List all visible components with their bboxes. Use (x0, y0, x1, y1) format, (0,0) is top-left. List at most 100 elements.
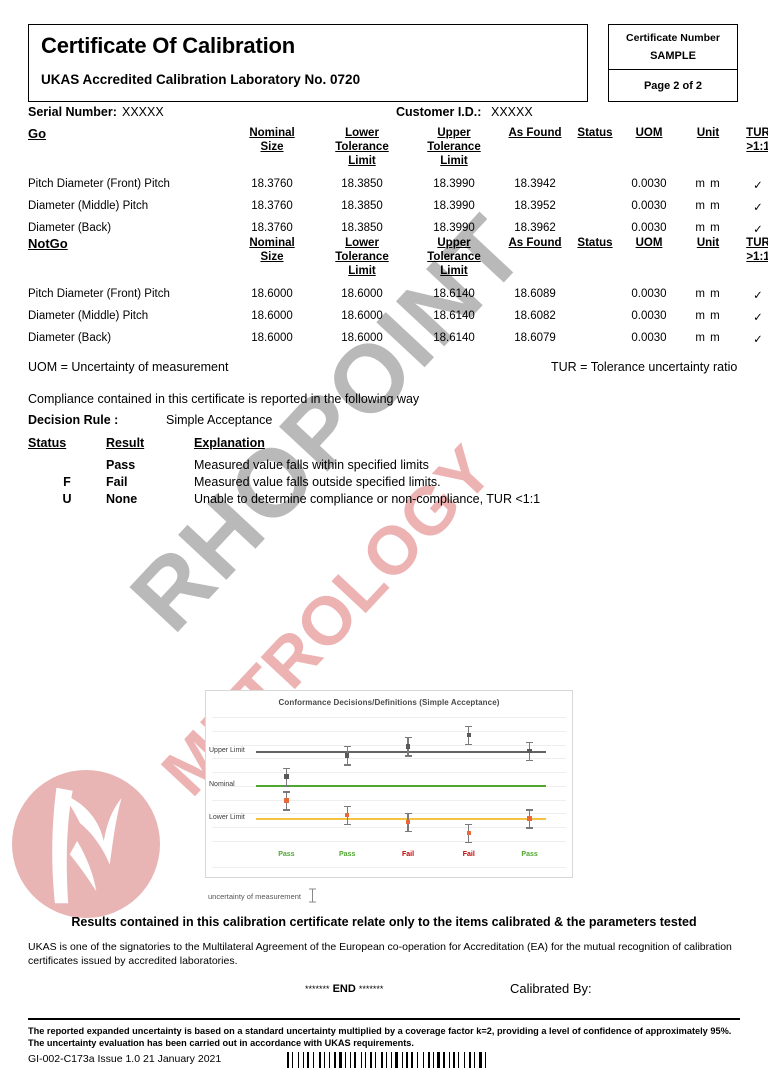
barcode-bar (419, 1052, 422, 1068)
end-stars-left: ******* (305, 984, 330, 994)
barcode-bar (428, 1052, 430, 1068)
row-as-found: 18.3952 (514, 200, 556, 212)
col-tur: TUR >1:1 (746, 127, 768, 153)
chart-reference-line (256, 750, 546, 753)
barcode-bar (298, 1052, 299, 1068)
table-row: Diameter (Back) 18.6000 18.6000 18.6140 … (28, 324, 768, 346)
chart-gridline (212, 772, 566, 774)
barcode-bar (456, 1052, 457, 1068)
row-tur-check: ✓ (753, 202, 763, 214)
barcode-bar (300, 1052, 302, 1068)
page-number-section: Page 2 of 2 (609, 70, 737, 102)
chart-gridline (212, 841, 566, 842)
go-measurement-table: Go Nominal Size Lower Tolerance Limit Up… (28, 126, 768, 236)
barcode-bar (393, 1052, 394, 1068)
barcode-bar (423, 1052, 424, 1068)
status-explanation: Measured value falls within specified li… (194, 458, 429, 472)
col-result-header: Result (106, 436, 145, 450)
barcode-bar (365, 1052, 366, 1068)
status-code: F (63, 475, 71, 489)
chart-reference-label: Lower Limit (209, 814, 245, 822)
end-stars-right: ******* (358, 984, 384, 994)
row-as-found: 18.6079 (514, 332, 556, 344)
chart-gridline (212, 758, 566, 760)
chart-gridline (212, 813, 566, 815)
status-explanation: Measured value falls outside specified l… (194, 475, 441, 489)
page-number-label: Page 2 of 2 (643, 79, 703, 92)
barcode-bar (474, 1052, 475, 1068)
row-nominal: 18.6000 (251, 288, 293, 300)
barcode-bar (476, 1052, 478, 1068)
status-table-header-row: Status Result Explanation (28, 436, 628, 458)
barcode-bar (357, 1052, 360, 1068)
row-uom: 0.0030 (631, 288, 667, 300)
chart-gridline (212, 827, 566, 829)
chart-reference-line (256, 784, 546, 787)
chart-reference-label: Upper Limit (209, 746, 245, 754)
row-as-found: 18.6082 (514, 310, 556, 322)
barcode-bar (485, 1052, 486, 1068)
end-text: END (332, 983, 356, 995)
barcode-bar (294, 1052, 297, 1068)
row-parameter-name: Diameter (Middle) Pitch (28, 310, 149, 322)
col-upper-tolerance-limit: Upper Tolerance Limit (427, 237, 481, 277)
row-status (570, 170, 620, 192)
row-lower: 18.3850 (341, 178, 383, 190)
barcode-bar (399, 1052, 401, 1068)
row-unit: m m (695, 222, 721, 234)
table-row: Pitch Diameter (Front) Pitch 18.3760 18.… (28, 170, 768, 192)
barcode-bar (292, 1052, 293, 1068)
barcode-bar (307, 1052, 309, 1068)
header-title-box: Certificate Of Calibration UKAS Accredit… (28, 24, 588, 102)
barcode-bar (402, 1052, 403, 1068)
barcode-bar (460, 1052, 463, 1068)
barcode-bar (386, 1052, 387, 1068)
col-status-header: Status (28, 436, 67, 450)
barcode-bar (469, 1052, 471, 1068)
certificate-number-section: Certificate Number SAMPLE (609, 25, 737, 70)
row-upper: 18.6140 (433, 332, 475, 344)
barcode-bar (305, 1052, 306, 1068)
row-status (570, 214, 620, 236)
barcode-bar (373, 1052, 374, 1068)
row-parameter-name: Pitch Diameter (Front) Pitch (28, 178, 170, 190)
barcode-bar (377, 1052, 380, 1068)
row-as-found: 18.3962 (514, 222, 556, 234)
identifier-row: Serial Number: XXXXX Customer I.D.: XXXX… (28, 105, 738, 121)
row-upper: 18.3990 (433, 200, 475, 212)
col-tur: TUR >1:1 (746, 237, 768, 263)
accreditation-subtitle: UKAS Accredited Calibration Laboratory N… (41, 72, 361, 87)
chart-category-label: Fail (401, 851, 415, 858)
barcode-bar (347, 1052, 349, 1068)
status-code: U (62, 492, 72, 506)
chart-title: Conformance Decisions/Definitions (Simpl… (278, 698, 500, 707)
row-nominal: 18.3760 (251, 178, 293, 190)
barcode-bar (367, 1052, 369, 1068)
status-result: Fail (106, 475, 128, 489)
row-nominal: 18.6000 (251, 332, 293, 344)
chart-category-label: Pass (339, 851, 356, 858)
chart-legend-label: uncertainty of measurement (208, 892, 301, 901)
col-status: Status (577, 127, 613, 139)
barcode-bar (343, 1052, 344, 1068)
col-lower-tolerance-limit: Lower Tolerance Limit (335, 127, 389, 167)
barcode-bar (326, 1052, 328, 1068)
barcode-bar (443, 1052, 445, 1068)
barcode-bar (458, 1052, 459, 1068)
barcode-bar (381, 1052, 383, 1068)
chart-category-label: Pass (278, 851, 295, 858)
barcode-bar (451, 1052, 452, 1068)
status-table-row: U None Unable to determine compliance or… (28, 492, 628, 509)
chart-gridline (212, 717, 566, 718)
barcode-bar (441, 1052, 442, 1068)
barcode-bar (395, 1052, 398, 1068)
col-unit: Unit (696, 127, 720, 139)
row-unit: m m (695, 178, 721, 190)
status-table-row: Pass Measured value falls within specifi… (28, 458, 628, 475)
row-uom: 0.0030 (631, 200, 667, 212)
row-tur-check: ✓ (753, 312, 763, 324)
barcode-bar (466, 1052, 468, 1068)
row-nominal: 18.6000 (251, 310, 293, 322)
uom-definition-note: UOM = Uncertainty of measurement (28, 360, 229, 374)
row-status (570, 302, 620, 324)
